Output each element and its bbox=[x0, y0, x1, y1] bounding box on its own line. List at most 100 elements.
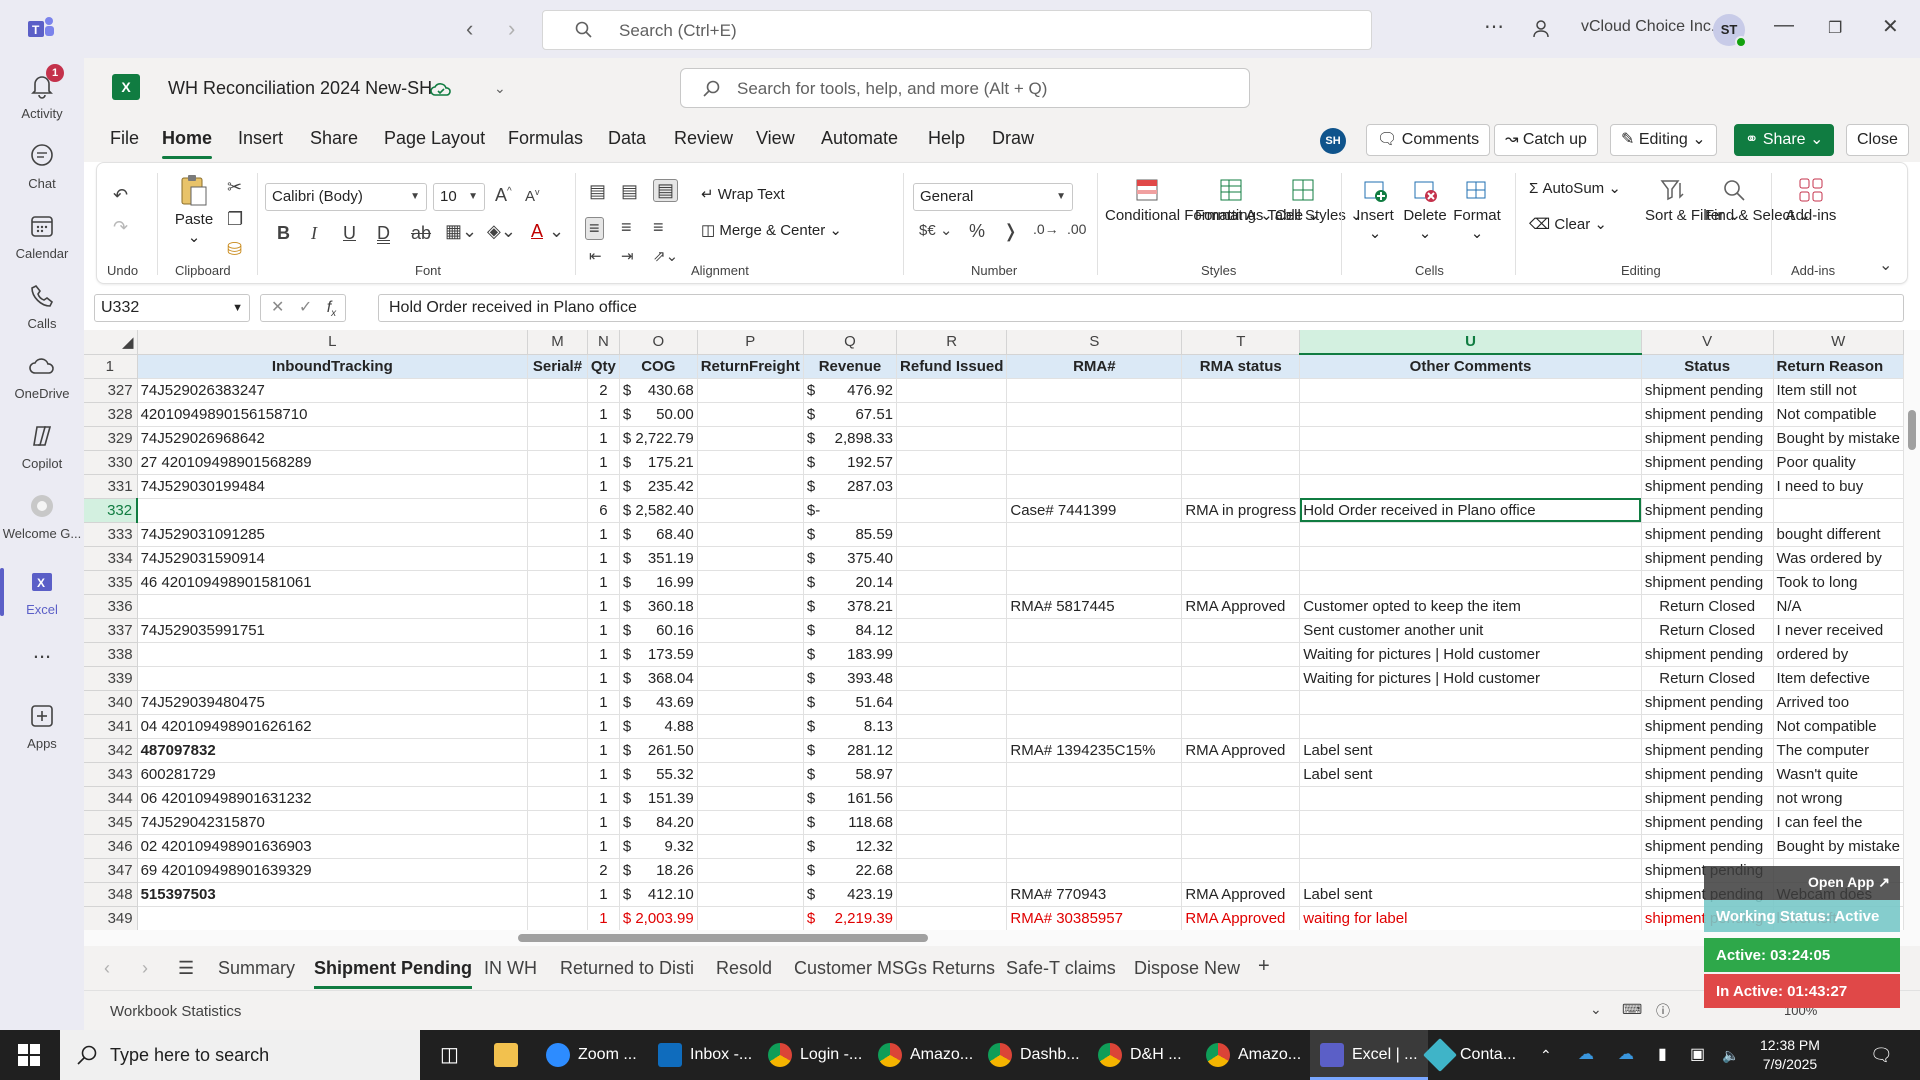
cell-t[interactable] bbox=[1181, 666, 1301, 691]
cell-t[interactable] bbox=[1181, 546, 1301, 571]
keyboard-icon[interactable]: ⌨ bbox=[1622, 1001, 1642, 1018]
cell-o[interactable]: $43.69 bbox=[619, 690, 698, 715]
orientation-icon[interactable]: ⇗⌄ bbox=[653, 247, 678, 265]
header-cell[interactable]: Refund Issued bbox=[896, 354, 1008, 379]
column-header-n[interactable]: N bbox=[587, 330, 620, 355]
cell-p[interactable] bbox=[697, 498, 804, 523]
cell-o[interactable]: $235.42 bbox=[619, 474, 698, 499]
notifications-icon[interactable]: 🗨 bbox=[1870, 1030, 1893, 1080]
horizontal-scroll-thumb[interactable] bbox=[518, 934, 928, 942]
cell-l[interactable]: 74J529031590914 bbox=[137, 546, 529, 571]
cell-m[interactable] bbox=[527, 450, 588, 475]
row-header[interactable]: 342 bbox=[84, 738, 138, 763]
column-header-w[interactable]: W bbox=[1773, 330, 1904, 355]
cell-q[interactable]: $2,898.33 bbox=[803, 426, 898, 451]
cell-u[interactable]: Waiting for pictures | Hold customer bbox=[1299, 666, 1642, 691]
format-painter-icon[interactable]: ⛁ bbox=[227, 239, 242, 260]
chevron-down-icon[interactable]: ⌄ bbox=[1590, 1001, 1602, 1018]
cell-u[interactable] bbox=[1299, 786, 1642, 811]
cell-q[interactable]: $67.51 bbox=[803, 402, 898, 427]
column-header-u[interactable]: U bbox=[1299, 330, 1642, 355]
align-middle-icon[interactable]: ▤ bbox=[621, 181, 638, 202]
paste-button[interactable]: Paste ⌄ bbox=[167, 173, 221, 246]
cell-p[interactable] bbox=[697, 426, 804, 451]
cell-o[interactable]: $368.04 bbox=[619, 666, 698, 691]
cell-w[interactable]: Was ordered by bbox=[1773, 546, 1904, 571]
cell-v[interactable]: shipment pending bbox=[1641, 714, 1774, 739]
column-header-m[interactable]: M bbox=[527, 330, 588, 355]
cell-m[interactable] bbox=[527, 858, 588, 883]
cell-q[interactable]: $192.57 bbox=[803, 450, 898, 475]
header-cell[interactable]: Return Reason bbox=[1773, 354, 1904, 379]
cell-t[interactable]: RMA in progress bbox=[1181, 498, 1301, 523]
rail-item-welcome[interactable]: Welcome G... bbox=[0, 492, 84, 541]
font-name-select[interactable]: Calibri (Body) ▼ bbox=[265, 183, 427, 211]
tab-shipment-pending[interactable]: Shipment Pending bbox=[314, 958, 473, 989]
tab-returned-to-disti[interactable]: Returned to Disti bbox=[560, 958, 694, 979]
cell-v[interactable]: shipment pending bbox=[1641, 762, 1774, 787]
select-all-corner[interactable]: ◢ bbox=[84, 330, 138, 355]
row-header[interactable]: 341 bbox=[84, 714, 138, 739]
header-cell[interactable]: RMA# bbox=[1006, 354, 1183, 379]
decrease-font-icon[interactable]: Av bbox=[525, 187, 540, 205]
cell-n[interactable]: 1 bbox=[587, 834, 620, 859]
volume-icon[interactable]: 🔈 bbox=[1722, 1030, 1739, 1080]
cell-v[interactable]: shipment pending bbox=[1641, 690, 1774, 715]
cell-r[interactable] bbox=[896, 906, 1008, 930]
cell-p[interactable] bbox=[697, 450, 804, 475]
italic-icon[interactable]: I bbox=[311, 223, 317, 244]
cell-u[interactable]: Hold Order received in Plano office bbox=[1299, 498, 1642, 523]
cell-m[interactable] bbox=[527, 546, 588, 571]
cell-n[interactable]: 1 bbox=[587, 882, 620, 907]
cell-v[interactable]: Return Closed bbox=[1641, 594, 1774, 619]
cell-m[interactable] bbox=[527, 498, 588, 523]
redo-icon[interactable]: ↷ bbox=[113, 217, 128, 238]
increase-decimal-icon[interactable]: .0→ bbox=[1033, 221, 1059, 237]
add-sheet-icon[interactable]: + bbox=[1258, 955, 1270, 978]
column-header-o[interactable]: O bbox=[619, 330, 698, 355]
cell-s[interactable]: RMA# 30385957 bbox=[1006, 906, 1183, 930]
cell-w[interactable]: N/A bbox=[1773, 594, 1904, 619]
row-header[interactable]: 338 bbox=[84, 642, 138, 667]
decrease-decimal-icon[interactable]: .00 bbox=[1067, 221, 1086, 237]
next-sheet-icon[interactable]: › bbox=[142, 958, 148, 979]
taskbar-app-contacts[interactable]: Conta... bbox=[1423, 1030, 1516, 1080]
cell-s[interactable] bbox=[1006, 834, 1183, 859]
rail-item-apps[interactable]: Apps bbox=[0, 702, 84, 751]
cell-q[interactable]: $183.99 bbox=[803, 642, 898, 667]
cell-r[interactable] bbox=[896, 426, 1008, 451]
cell-o[interactable]: $2,003.99 bbox=[619, 906, 698, 930]
cell-p[interactable] bbox=[697, 546, 804, 571]
cell-l[interactable]: 600281729 bbox=[137, 762, 529, 787]
cell-m[interactable] bbox=[527, 474, 588, 499]
cell-m[interactable] bbox=[527, 882, 588, 907]
cell-s[interactable] bbox=[1006, 450, 1183, 475]
cell-p[interactable] bbox=[697, 522, 804, 547]
cell-o[interactable]: $2,582.40 bbox=[619, 498, 698, 523]
people-icon[interactable] bbox=[1532, 18, 1554, 40]
cell-m[interactable] bbox=[527, 762, 588, 787]
vertical-scrollbar[interactable] bbox=[1904, 330, 1920, 998]
cell-r[interactable] bbox=[896, 690, 1008, 715]
cell-o[interactable]: $261.50 bbox=[619, 738, 698, 763]
header-cell[interactable]: Qty bbox=[587, 354, 620, 379]
cell-n[interactable]: 1 bbox=[587, 426, 620, 451]
cell-u[interactable]: Waiting for pictures | Hold customer bbox=[1299, 642, 1642, 667]
cell-w[interactable]: bought different bbox=[1773, 522, 1904, 547]
strikethrough-icon[interactable]: ab bbox=[411, 223, 431, 244]
align-left-icon[interactable]: ≡ bbox=[585, 217, 604, 240]
cell-q[interactable]: $20.14 bbox=[803, 570, 898, 595]
cell-s[interactable] bbox=[1006, 426, 1183, 451]
cell-u[interactable] bbox=[1299, 522, 1642, 547]
row-header[interactable]: 347 bbox=[84, 858, 138, 883]
cell-w[interactable]: Wasn't quite bbox=[1773, 762, 1904, 787]
cell-u[interactable] bbox=[1299, 426, 1642, 451]
cell-m[interactable] bbox=[527, 834, 588, 859]
cell-u[interactable]: Label sent bbox=[1299, 762, 1642, 787]
row-header[interactable]: 348 bbox=[84, 882, 138, 907]
merge-center-button[interactable]: ◫ Merge & Center ⌄ bbox=[701, 221, 842, 239]
rail-item-chat[interactable]: Chat bbox=[0, 142, 84, 191]
cell-v[interactable]: Return Closed bbox=[1641, 666, 1774, 691]
cell-n[interactable]: 2 bbox=[587, 858, 620, 883]
close-window-icon[interactable]: ✕ bbox=[1882, 14, 1899, 39]
